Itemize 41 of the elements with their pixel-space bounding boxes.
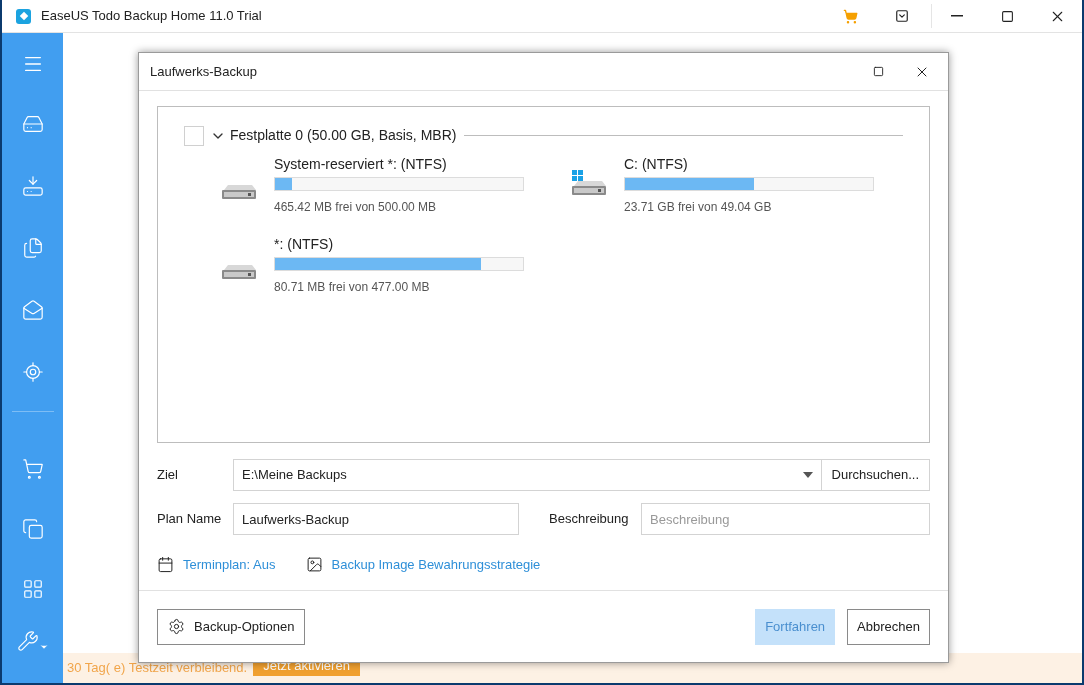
cart-icon[interactable]	[21, 458, 44, 480]
drive-icon	[220, 264, 258, 280]
minimize-icon	[951, 15, 963, 17]
grid-icon[interactable]	[21, 578, 44, 600]
browse-button[interactable]: Durchsuchen...	[821, 459, 930, 491]
wrench-icon[interactable]	[16, 630, 49, 652]
copy-icon[interactable]	[21, 518, 44, 540]
free-space-text: 23.71 GB frei von 49.04 GB	[624, 199, 773, 216]
disk-label: Festplatte 0 (50.00 GB, Basis, MBR)	[230, 126, 457, 145]
maximize-icon	[872, 66, 884, 77]
retention-link[interactable]: Backup Image Bewahrungsstrategie	[331, 555, 541, 575]
crosshair-icon[interactable]	[21, 361, 44, 383]
description-label: Beschreibung	[549, 510, 630, 529]
schedule-link[interactable]: Terminplan: Aus	[183, 555, 276, 575]
plan-name-field[interactable]: Laufwerks-Backup	[233, 503, 519, 535]
description-field[interactable]: Beschreibung	[641, 503, 930, 535]
envelope-icon[interactable]	[21, 299, 44, 321]
gear-icon	[168, 618, 185, 635]
app-logo-icon	[16, 8, 31, 24]
dropdown-arrow-icon	[802, 472, 813, 478]
target-label: Ziel	[157, 466, 179, 485]
target-dropdown[interactable]: E:\Meine Backups	[233, 459, 822, 491]
calendar-icon	[157, 556, 174, 574]
partition-name: C: (NTFS)	[624, 155, 689, 174]
window-title: EaseUS Todo Backup Home 11.0 Trial	[41, 7, 262, 26]
backup-options-button[interactable]: Backup-Optionen	[157, 608, 306, 645]
trial-message: 30 Tag( e) Testzeit verbleibend.	[67, 659, 248, 678]
cancel-button[interactable]: Abbrechen	[847, 608, 930, 645]
plan-name-label: Plan Name	[157, 510, 223, 529]
files-icon[interactable]	[21, 237, 44, 259]
drive-download-icon[interactable]	[21, 175, 44, 197]
free-space-text: 465.42 MB frei von 500.00 MB	[274, 199, 438, 216]
drive-icon	[220, 184, 258, 200]
partition-name: System-reserviert *: (NTFS)	[274, 155, 448, 174]
drive-icon[interactable]	[21, 113, 44, 135]
free-space-text: 80.71 MB frei von 477.00 MB	[274, 279, 431, 296]
disk-checkbox[interactable]	[184, 125, 204, 146]
maximize-icon	[1000, 9, 1014, 23]
dialog-title: Laufwerks-Backup	[150, 62, 257, 81]
image-icon	[305, 556, 323, 574]
partition-name: *: (NTFS)	[274, 235, 335, 254]
